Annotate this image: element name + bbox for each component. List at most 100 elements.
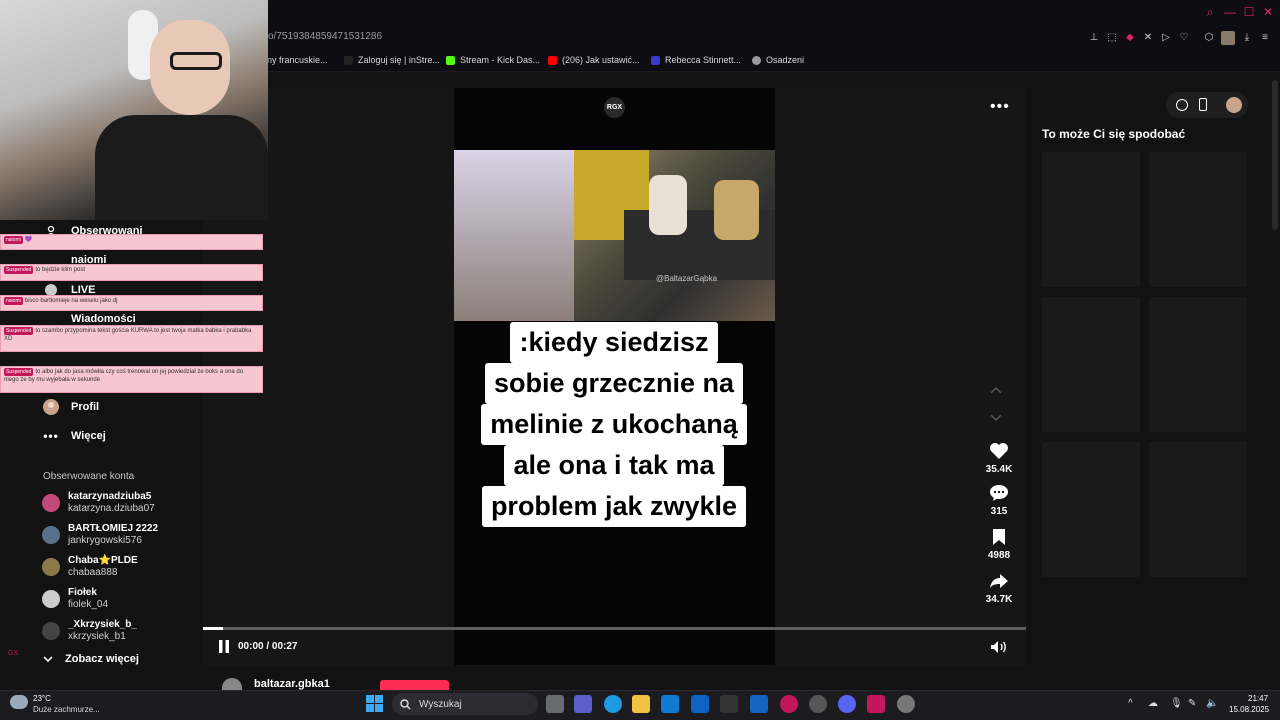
- pause-icon: [219, 640, 229, 653]
- pause-button[interactable]: [218, 640, 230, 653]
- discord-icon[interactable]: [838, 695, 856, 713]
- share-button[interactable]: 34.7K: [982, 570, 1016, 605]
- suggestion-tile[interactable]: [1149, 442, 1247, 577]
- like-button[interactable]: 35.4K: [982, 440, 1016, 475]
- caption-line: :kiedy siedzisz: [510, 322, 718, 363]
- pen-icon[interactable]: ✎: [1188, 698, 1196, 709]
- bookmark-icon: [982, 526, 1016, 548]
- maximize-icon[interactable]: ☐: [1242, 5, 1256, 19]
- bookmark-item[interactable]: any francuskie...: [262, 53, 328, 67]
- minimize-icon[interactable]: —: [1223, 5, 1237, 19]
- nav-profile[interactable]: Profil: [43, 397, 99, 417]
- comment-icon: [982, 482, 1016, 504]
- avatar: [42, 622, 60, 640]
- menu-icon[interactable]: ≡: [1259, 32, 1271, 44]
- suggestion-tile[interactable]: [1149, 297, 1247, 432]
- caption-line: sobie grzecznie na: [484, 363, 744, 404]
- avatar: [42, 590, 60, 608]
- translate-icon[interactable]: ✕: [1142, 32, 1154, 44]
- streamer-shirt: [95, 115, 268, 220]
- bookmark-item[interactable]: Osadzeni: [752, 53, 804, 67]
- search-icon: [400, 698, 411, 710]
- network-icon[interactable]: ☁: [1148, 698, 1158, 709]
- url-text[interactable]: o/7519384859471531286: [268, 31, 382, 42]
- followed-account[interactable]: BARTŁOMIEJ 2222 jankrygowski576: [42, 521, 158, 549]
- kick-icon: [446, 55, 455, 65]
- microphone-icon[interactable]: 🎙: [1170, 698, 1183, 709]
- profile-avatar-icon[interactable]: [1221, 31, 1235, 45]
- progress-bar[interactable]: [203, 627, 1026, 630]
- bookmark-item[interactable]: Rebecca Stinnett...: [651, 53, 741, 67]
- nav-more[interactable]: ••• Więcej: [43, 426, 106, 446]
- device-icon[interactable]: [1199, 98, 1207, 111]
- avatar: [42, 558, 60, 576]
- save-button[interactable]: 4988: [982, 526, 1016, 561]
- suggestion-tile[interactable]: [1149, 152, 1247, 287]
- settings-icon[interactable]: [897, 695, 915, 713]
- followed-account[interactable]: _Xkrzysiek_b_ xkrzysiek_b1: [42, 617, 137, 645]
- channel-badge[interactable]: RGX: [604, 97, 625, 118]
- suggestion-tile[interactable]: [1042, 442, 1140, 577]
- taskbar-search[interactable]: Wyszukaj: [392, 693, 538, 715]
- bookmark-item[interactable]: Zaloguj się | inStre...: [344, 53, 440, 67]
- task-view-icon[interactable]: [546, 695, 564, 713]
- suggestion-tile[interactable]: [1042, 152, 1140, 287]
- heart-icon[interactable]: ♡: [1178, 32, 1190, 44]
- close-icon[interactable]: ✕: [1261, 5, 1275, 19]
- app-icon[interactable]: [720, 695, 738, 713]
- author-name[interactable]: baltazar.gbka1: [254, 678, 330, 690]
- pin-icon[interactable]: ⊥: [1088, 32, 1100, 44]
- weather-temp[interactable]: 23°C: [33, 694, 51, 703]
- followed-account[interactable]: katarzynadziuba5 katarzyna.dziuba07: [42, 489, 155, 517]
- more-options-icon[interactable]: •••: [990, 98, 1010, 116]
- opera-gx-icon[interactable]: [780, 695, 798, 713]
- scrollbar[interactable]: [1272, 80, 1278, 230]
- chevron-up-icon[interactable]: [990, 386, 1002, 394]
- weather-icon[interactable]: [10, 695, 28, 709]
- chat-message: Suspended to albo jak do jasa mówiła czy …: [0, 366, 263, 393]
- teams-icon[interactable]: [574, 695, 592, 713]
- edge-icon[interactable]: [604, 695, 622, 713]
- chat-message: naiomi 💜: [0, 234, 263, 250]
- caption-line: ale ona i tak ma: [504, 445, 724, 486]
- snapshot-icon[interactable]: ⬚: [1106, 32, 1118, 44]
- heart-icon: [982, 440, 1016, 462]
- clock-time[interactable]: 21:47: [1248, 694, 1268, 703]
- suggestions-title: To może Ci się spodobać: [1042, 127, 1186, 141]
- extensions-icon[interactable]: ⬡: [1203, 32, 1215, 44]
- play-icon[interactable]: ▷: [1160, 32, 1172, 44]
- video-frame: [454, 150, 775, 321]
- follow-button[interactable]: [380, 680, 449, 690]
- comment-button[interactable]: 315: [982, 482, 1016, 517]
- compass-icon[interactable]: [1176, 99, 1188, 111]
- room-wall: [454, 150, 574, 321]
- bookmark-item[interactable]: (206) Jak ustawić...: [548, 53, 640, 67]
- chevron-up-icon[interactable]: ^: [1128, 698, 1133, 709]
- app-icon[interactable]: [867, 695, 885, 713]
- progress-fill: [203, 627, 223, 630]
- store-icon[interactable]: [661, 695, 679, 713]
- search-icon[interactable]: ⌕: [1203, 5, 1217, 19]
- avatar[interactable]: [1226, 97, 1242, 113]
- weather-desc[interactable]: Duże zachmurze...: [33, 705, 100, 714]
- see-more-button[interactable]: Zobacz więcej: [43, 653, 139, 665]
- clock-date[interactable]: 15.08.2025: [1229, 705, 1269, 714]
- video-caption: :kiedy siedzisz sobie grzecznie na melin…: [462, 322, 766, 527]
- person-left: [649, 175, 687, 235]
- download-icon[interactable]: ⤓: [1241, 32, 1253, 44]
- suggestion-tile[interactable]: [1042, 297, 1140, 432]
- volume-button[interactable]: [990, 640, 1008, 654]
- app-icon[interactable]: [750, 695, 768, 713]
- pocket-icon[interactable]: ◆: [1124, 32, 1136, 44]
- followed-account[interactable]: Fiołek fiolek_04: [42, 585, 108, 613]
- mail-icon[interactable]: [691, 695, 709, 713]
- bookmark-icon: [752, 55, 761, 65]
- obs-icon[interactable]: [809, 695, 827, 713]
- chevron-down-icon[interactable]: [990, 414, 1002, 422]
- speaker-icon[interactable]: 🔈: [1206, 698, 1218, 709]
- followed-account[interactable]: Chaba⭐PLDE chabaa888: [42, 553, 138, 581]
- start-icon[interactable]: [366, 695, 383, 712]
- explorer-icon[interactable]: [632, 695, 650, 713]
- following-accounts-title: Obserwowane konta: [43, 471, 135, 482]
- bookmark-item[interactable]: Stream - Kick Das...: [446, 53, 540, 67]
